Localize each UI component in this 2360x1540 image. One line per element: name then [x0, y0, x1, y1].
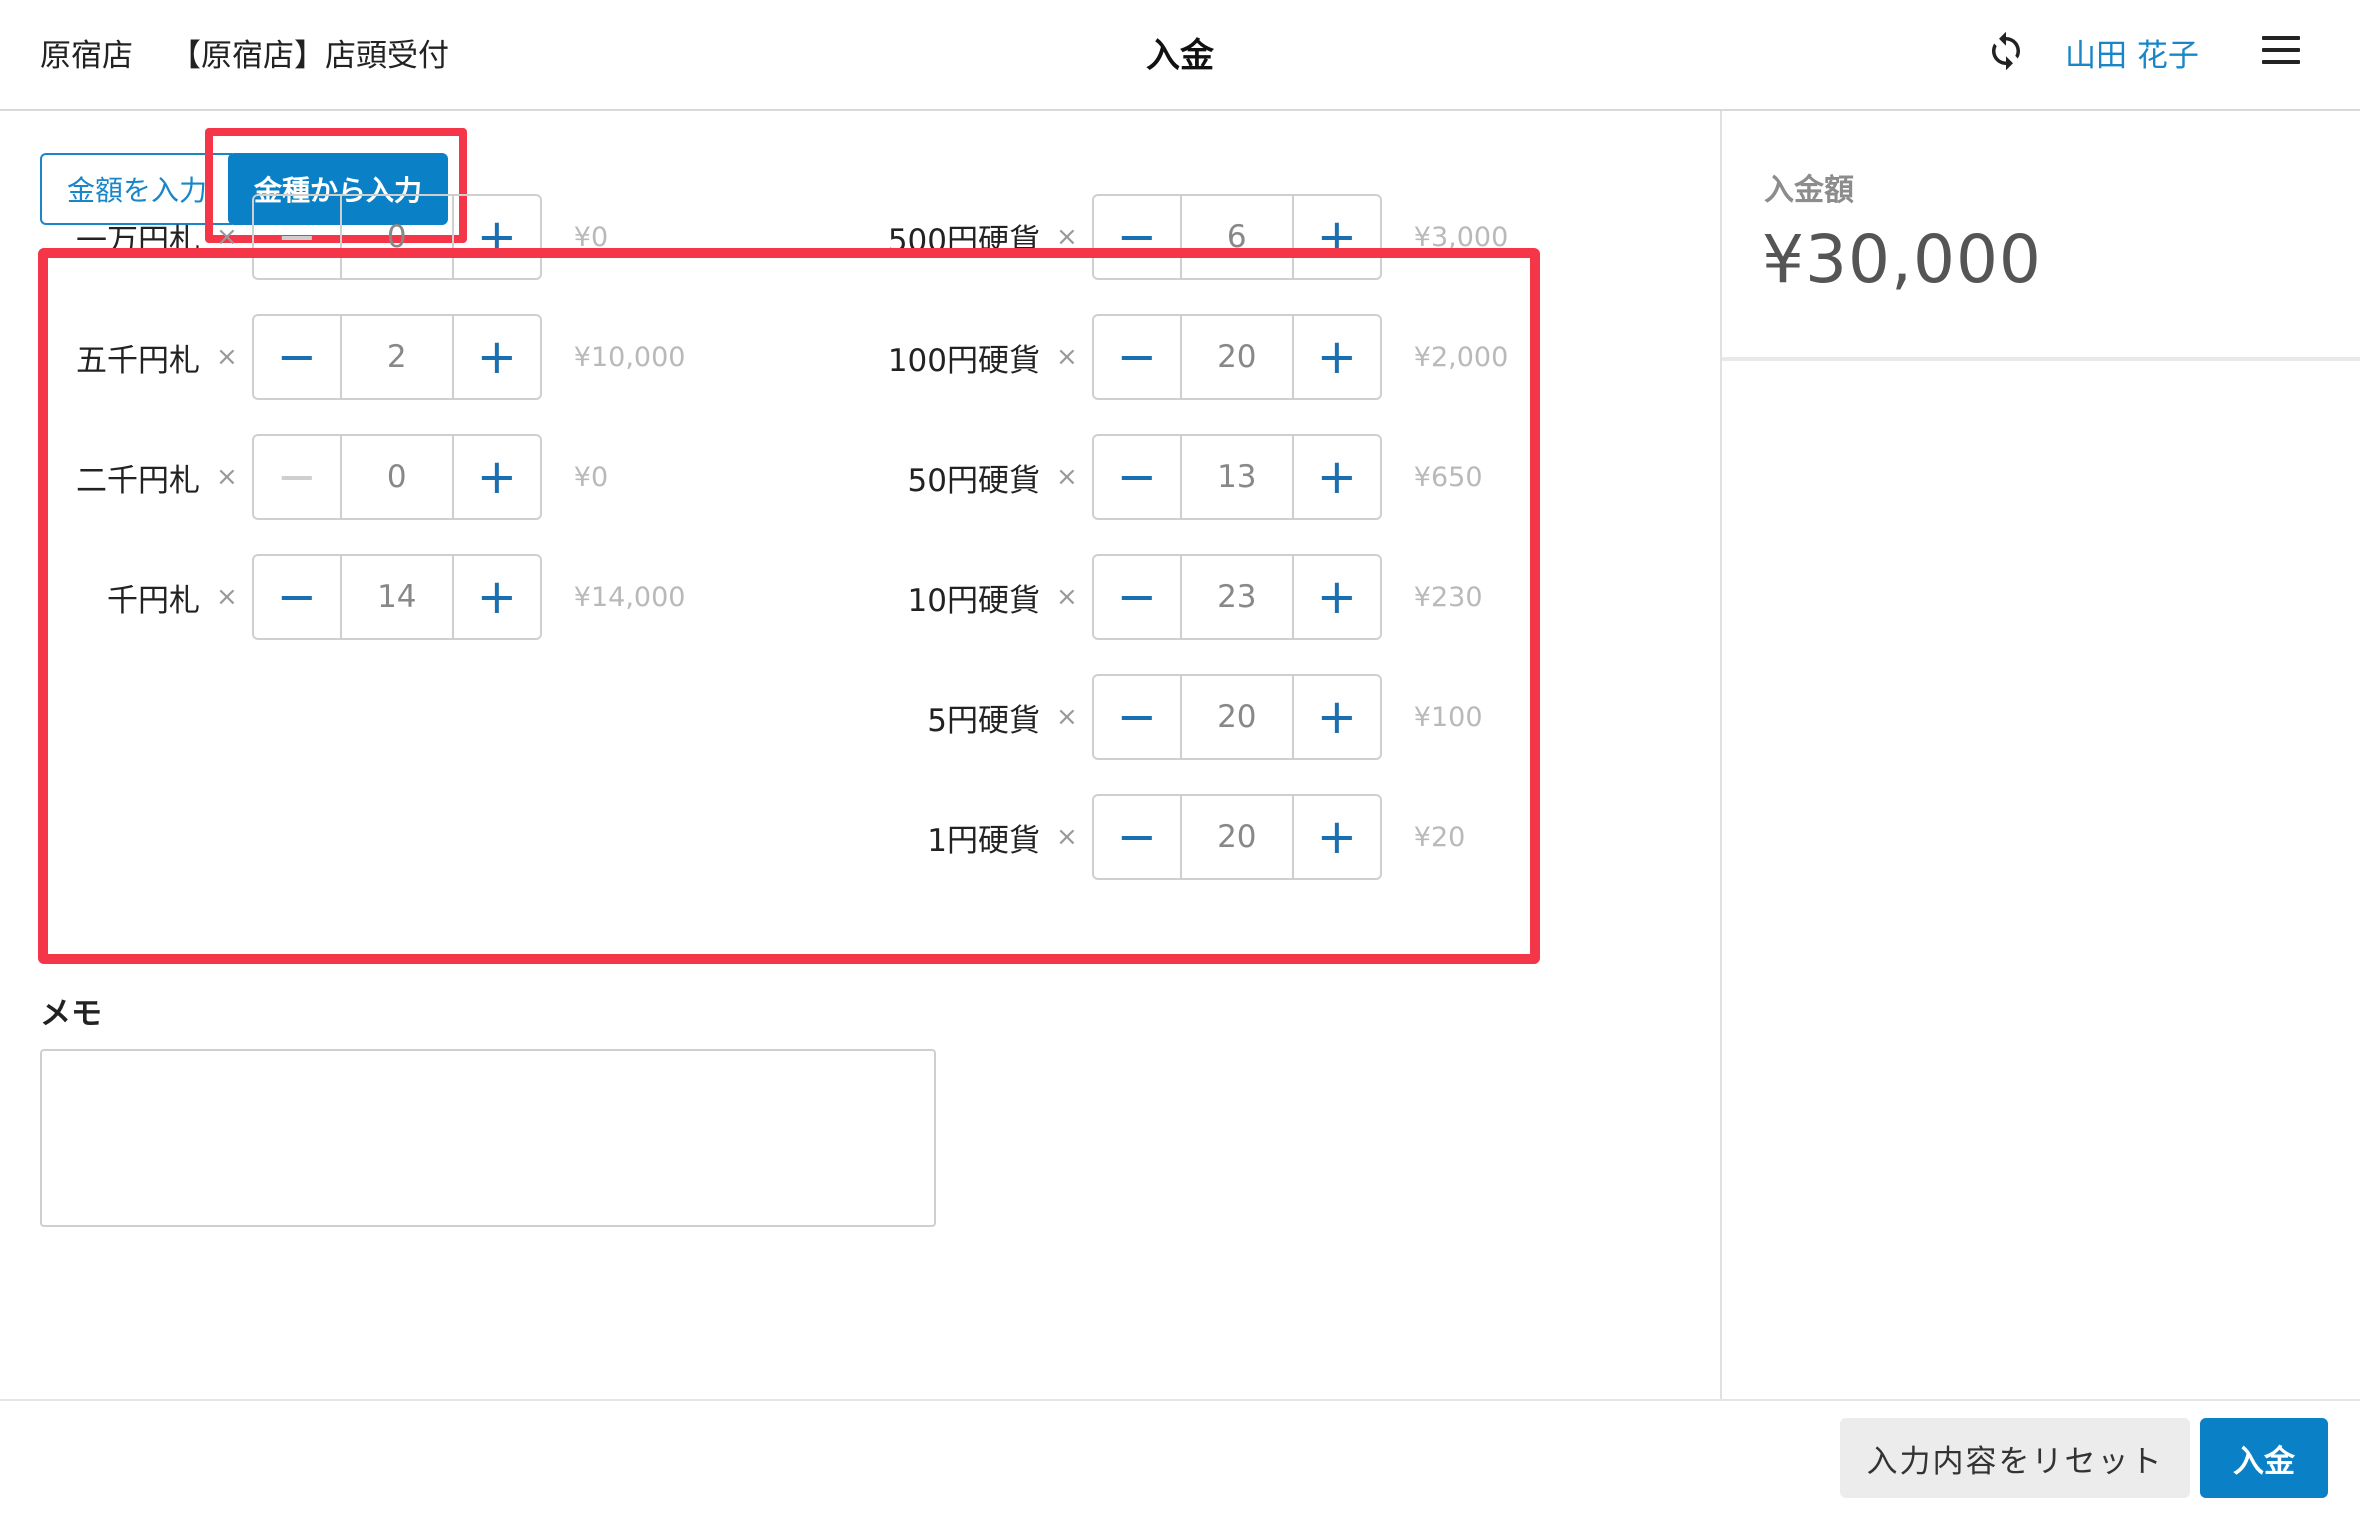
row-subtotal: ¥10,000	[573, 341, 686, 373]
row-subtotal: ¥650	[1413, 461, 1483, 493]
bill-row: 五千円札 × −2 + ¥10,000	[40, 314, 685, 400]
memo-textarea[interactable]	[40, 1049, 936, 1227]
row-subtotal: ¥20	[1413, 821, 1466, 853]
row-subtotal: ¥3,000	[1413, 221, 1509, 253]
quantity-input[interactable]: 13	[1182, 436, 1292, 518]
decrement-button[interactable]: −	[1094, 676, 1182, 758]
increment-button[interactable]: +	[1291, 796, 1380, 878]
quantity-input[interactable]: 0	[342, 436, 452, 518]
denomination-label: 50円硬貨	[907, 462, 1040, 499]
denomination-label: 5円硬貨	[927, 702, 1040, 739]
increment-button[interactable]: +	[1291, 196, 1380, 278]
reset-button[interactable]: 入力内容をリセット	[1840, 1418, 2190, 1498]
quantity-input[interactable]: 23	[1182, 556, 1292, 638]
register-name[interactable]: 【原宿店】店頭受付	[170, 30, 449, 75]
bill-row: 二千円札 × −0 + ¥0	[40, 434, 608, 520]
denomination-label: 一万円札	[76, 222, 200, 259]
quantity-stepper: −13 +	[1091, 434, 1382, 520]
decrement-button[interactable]: −	[254, 556, 342, 638]
decrement-button[interactable]: −	[254, 436, 342, 518]
refresh-icon[interactable]	[1985, 30, 2027, 72]
bill-row: 千円札 × −14 + ¥14,000	[40, 554, 685, 640]
quantity-stepper: −20 +	[1091, 794, 1382, 880]
hamburger-menu-icon[interactable]	[2262, 36, 2300, 66]
app-header: 原宿店 【原宿店】店頭受付 入金 山田 花子	[0, 0, 2360, 111]
quantity-input[interactable]: 14	[342, 556, 452, 638]
times-symbol: ×	[1056, 702, 1078, 732]
row-subtotal: ¥2,000	[1413, 341, 1509, 373]
denomination-label: 10円硬貨	[907, 582, 1040, 619]
denomination-label: 五千円札	[76, 342, 200, 379]
coin-row: 1円硬貨 × −20 + ¥20	[820, 794, 1465, 880]
denomination-label: 千円札	[107, 582, 200, 619]
quantity-stepper: −6 +	[1091, 194, 1382, 280]
increment-button[interactable]: +	[1291, 556, 1380, 638]
increment-button[interactable]: +	[1291, 436, 1380, 518]
row-subtotal: ¥0	[573, 221, 609, 253]
coin-row: 50円硬貨 × −13 + ¥650	[820, 434, 1483, 520]
decrement-button[interactable]: −	[1094, 556, 1182, 638]
quantity-input[interactable]: 20	[1182, 676, 1292, 758]
footer-bar: 入力内容をリセット 入金	[0, 1399, 2360, 1540]
quantity-stepper: −20 +	[1091, 314, 1382, 400]
times-symbol: ×	[1056, 822, 1078, 852]
quantity-stepper: −23 +	[1091, 554, 1382, 640]
summary-header: 入金額 ¥30,000	[1722, 111, 2360, 361]
deposit-amount-value: ¥30,000	[1762, 221, 2042, 298]
times-symbol: ×	[216, 462, 238, 492]
denomination-label: 500円硬貨	[887, 222, 1040, 259]
increment-button[interactable]: +	[451, 196, 540, 278]
decrement-button[interactable]: −	[1094, 196, 1182, 278]
denomination-label: 1円硬貨	[927, 822, 1040, 859]
increment-button[interactable]: +	[1291, 316, 1380, 398]
quantity-input[interactable]: 20	[1182, 796, 1292, 878]
user-name-link[interactable]: 山田 花子	[2065, 30, 2199, 75]
denomination-label: 100円硬貨	[887, 342, 1040, 379]
row-subtotal: ¥230	[1413, 581, 1483, 613]
quantity-input[interactable]: 6	[1182, 196, 1292, 278]
store-name[interactable]: 原宿店	[40, 30, 133, 75]
times-symbol: ×	[216, 582, 238, 612]
times-symbol: ×	[1056, 582, 1078, 612]
coin-row: 10円硬貨 × −23 + ¥230	[820, 554, 1483, 640]
quantity-stepper: −0 +	[251, 194, 542, 280]
quantity-input[interactable]: 0	[342, 196, 452, 278]
increment-button[interactable]: +	[1291, 676, 1380, 758]
deposit-amount-label: 入金額	[1764, 173, 1854, 208]
denomination-label: 二千円札	[76, 462, 200, 499]
times-symbol: ×	[1056, 342, 1078, 372]
quantity-stepper: −14 +	[251, 554, 542, 640]
row-subtotal: ¥100	[1413, 701, 1483, 733]
quantity-stepper: −2 +	[251, 314, 542, 400]
decrement-button[interactable]: −	[254, 196, 342, 278]
decrement-button[interactable]: −	[1094, 436, 1182, 518]
decrement-button[interactable]: −	[254, 316, 342, 398]
deposit-submit-button[interactable]: 入金	[2200, 1418, 2328, 1498]
decrement-button[interactable]: −	[1094, 796, 1182, 878]
increment-button[interactable]: +	[451, 556, 540, 638]
quantity-input[interactable]: 20	[1182, 316, 1292, 398]
times-symbol: ×	[216, 342, 238, 372]
quantity-stepper: −20 +	[1091, 674, 1382, 760]
coin-row: 5円硬貨 × −20 + ¥100	[820, 674, 1483, 760]
summary-panel: 入金額 ¥30,000	[1720, 111, 2360, 1399]
times-symbol: ×	[1056, 462, 1078, 492]
increment-button[interactable]: +	[451, 316, 540, 398]
increment-button[interactable]: +	[451, 436, 540, 518]
row-subtotal: ¥0	[573, 461, 609, 493]
quantity-stepper: −0 +	[251, 434, 542, 520]
times-symbol: ×	[216, 222, 238, 252]
coin-row: 500円硬貨 × −6 + ¥3,000	[820, 194, 1508, 280]
times-symbol: ×	[1056, 222, 1078, 252]
row-subtotal: ¥14,000	[573, 581, 686, 613]
quantity-input[interactable]: 2	[342, 316, 452, 398]
bill-row: 一万円札 × −0 + ¥0	[40, 194, 608, 280]
decrement-button[interactable]: −	[1094, 316, 1182, 398]
memo-label: メモ	[40, 996, 102, 1032]
coin-row: 100円硬貨 × −20 + ¥2,000	[820, 314, 1508, 400]
